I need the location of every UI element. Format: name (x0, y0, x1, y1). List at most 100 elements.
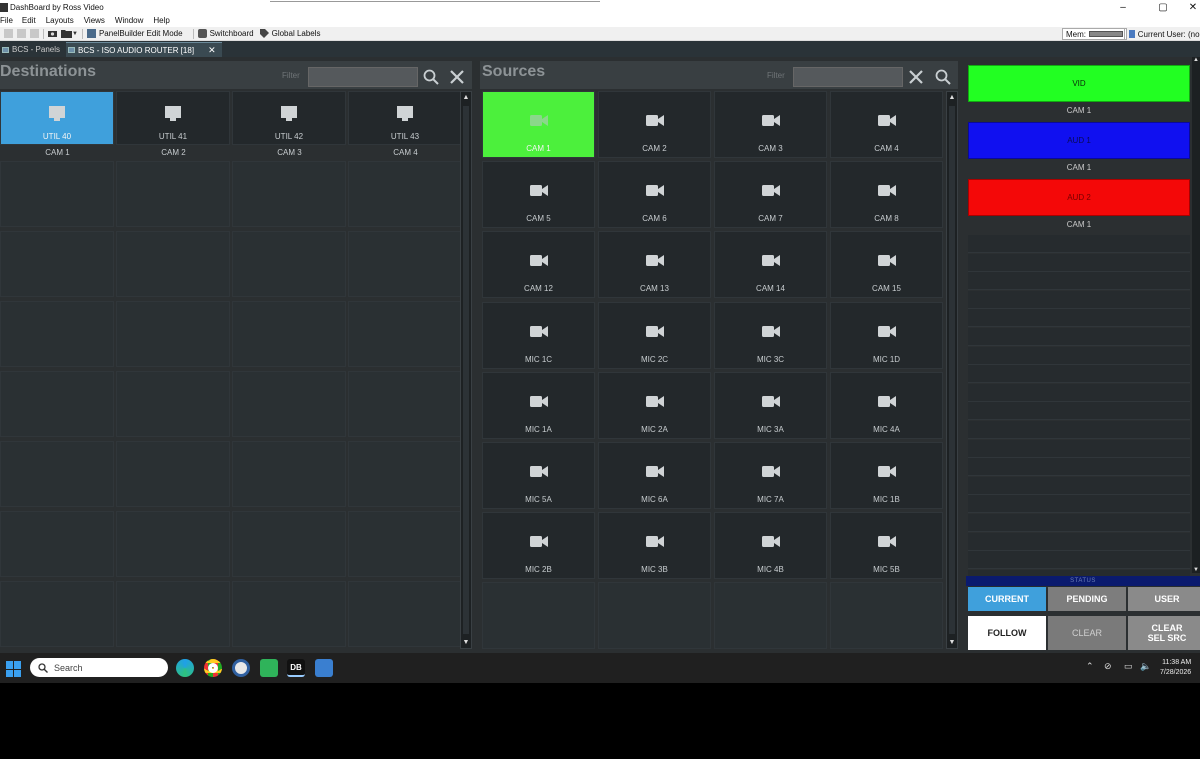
source-button[interactable]: CAM 14 (714, 231, 827, 299)
windows-start-icon[interactable] (6, 661, 22, 677)
taskbar-search[interactable]: Search (30, 658, 168, 677)
menu-layouts[interactable]: Layouts (46, 16, 74, 25)
source-button[interactable]: MIC 3A (714, 372, 827, 440)
sources-title: Sources (482, 63, 546, 80)
tray-display-icon[interactable]: ▭ (1124, 661, 1133, 672)
destinations-clear-icon[interactable] (446, 67, 468, 87)
source-button[interactable]: CAM 13 (598, 231, 711, 299)
follow-button[interactable]: FOLLOW (968, 616, 1046, 650)
source-button[interactable]: MIC 6A (598, 442, 711, 510)
source-label: MIC 1C (524, 355, 553, 364)
save-all-icon[interactable] (17, 29, 26, 38)
level-vid-button[interactable]: VID (968, 65, 1190, 102)
current-button[interactable]: CURRENT (968, 587, 1046, 611)
source-button[interactable]: CAM 7 (714, 161, 827, 229)
lock-app-icon[interactable] (232, 659, 250, 677)
sources-filter-input[interactable] (793, 67, 903, 87)
dropdown-icon[interactable]: ▼ (72, 31, 78, 37)
tray-chevron-icon[interactable]: ⌃ (1086, 661, 1094, 672)
destinations-search-icon[interactable] (420, 67, 442, 87)
save-icon[interactable] (4, 29, 13, 38)
scroll-up-icon[interactable]: ▲ (461, 94, 471, 101)
source-button[interactable]: CAM 5 (482, 161, 595, 229)
scroll-down-icon[interactable]: ▼ (461, 639, 471, 646)
destination-button[interactable]: UTIL 42 (232, 91, 346, 145)
levels-scrollbar[interactable]: ▲ ▼ (1192, 57, 1200, 573)
close-window-button[interactable]: ✕ (1178, 0, 1200, 14)
source-button[interactable]: MIC 2B (482, 512, 595, 580)
source-button[interactable]: MIC 3C (714, 302, 827, 370)
remote-app-icon[interactable] (260, 659, 278, 677)
camera-icon[interactable] (48, 29, 57, 38)
menu-views[interactable]: Views (84, 16, 105, 25)
scroll-thumb[interactable] (949, 106, 955, 634)
menu-file[interactable]: File (0, 16, 13, 25)
source-button[interactable]: CAM 1 (482, 91, 595, 159)
sources-search-icon[interactable] (932, 67, 954, 87)
folder-icon[interactable] (61, 29, 72, 38)
user-button[interactable]: USER (1128, 587, 1200, 611)
close-tab-icon[interactable]: ✕ (208, 45, 216, 56)
source-button[interactable]: CAM 15 (830, 231, 943, 299)
source-button[interactable]: CAM 4 (830, 91, 943, 159)
source-button[interactable]: MIC 5A (482, 442, 595, 510)
taskbar-clock[interactable]: 11:38 AM 7/28/2026 (1160, 658, 1191, 678)
source-button[interactable]: CAM 6 (598, 161, 711, 229)
maximize-button[interactable]: ▢ (1148, 0, 1178, 14)
switchboard-button[interactable]: Switchboard (197, 29, 254, 38)
network-app-icon[interactable] (315, 659, 333, 677)
destination-button[interactable]: UTIL 43 (348, 91, 462, 145)
dashboard-app-icon[interactable]: DB (287, 659, 305, 677)
clock-date: 7/28/2026 (1160, 669, 1192, 676)
sources-scrollbar[interactable]: ▲ ▼ (946, 91, 958, 649)
edge-icon[interactable] (176, 659, 194, 677)
level-empty-row (968, 328, 1190, 346)
chrome-icon[interactable] (204, 659, 222, 677)
source-button[interactable]: MIC 4B (714, 512, 827, 580)
menu-help[interactable]: Help (153, 16, 169, 25)
level-aud1-button[interactable]: AUD 1 (968, 122, 1190, 159)
scroll-down-icon[interactable]: ▼ (1192, 567, 1200, 573)
clear-button[interactable]: CLEAR (1048, 616, 1126, 650)
tab-bcs-panels[interactable]: BCS - Panels (0, 42, 66, 57)
source-button[interactable]: MIC 1C (482, 302, 595, 370)
source-button[interactable]: MIC 2A (598, 372, 711, 440)
destinations-scrollbar[interactable]: ▲ ▼ (460, 91, 472, 649)
current-user[interactable]: Current User: (non (1124, 28, 1200, 40)
source-label: CAM 13 (640, 284, 669, 293)
menu-window[interactable]: Window (115, 16, 143, 25)
scroll-down-icon[interactable]: ▼ (947, 639, 957, 646)
source-button[interactable]: MIC 1A (482, 372, 595, 440)
pending-button[interactable]: PENDING (1048, 587, 1126, 611)
source-button[interactable]: CAM 8 (830, 161, 943, 229)
tray-volume-icon[interactable]: 🔈 (1140, 661, 1151, 672)
source-button[interactable]: MIC 5B (830, 512, 943, 580)
video-camera-icon (761, 325, 780, 340)
sources-clear-icon[interactable] (905, 67, 927, 87)
source-button[interactable]: CAM 12 (482, 231, 595, 299)
level-aud2-button[interactable]: AUD 2 (968, 179, 1190, 216)
source-button[interactable]: MIC 3B (598, 512, 711, 580)
clear-sel-src-button[interactable]: CLEAR SEL SRC (1128, 616, 1200, 650)
tab-iso-audio-router[interactable]: BCS - ISO AUDIO ROUTER [18] ✕ (66, 42, 222, 57)
source-button[interactable]: MIC 7A (714, 442, 827, 510)
source-button[interactable]: MIC 4A (830, 372, 943, 440)
tray-wifi-off-icon[interactable]: ⊘ (1104, 661, 1112, 672)
minimize-button[interactable]: – (1108, 0, 1138, 14)
menu-edit[interactable]: Edit (22, 16, 36, 25)
global-labels-button[interactable]: Global Labels (259, 29, 321, 38)
router-panel: Destinations Filter UTIL 40 CAM 1 UTIL 41 C… (0, 57, 1200, 653)
scroll-up-icon[interactable]: ▲ (947, 94, 957, 101)
source-button[interactable]: MIC 2C (598, 302, 711, 370)
destinations-filter-input[interactable] (308, 67, 418, 87)
scroll-up-icon[interactable]: ▲ (1192, 57, 1200, 63)
destination-button[interactable]: UTIL 41 (116, 91, 230, 145)
source-button[interactable]: MIC 1B (830, 442, 943, 510)
destination-button[interactable]: UTIL 40 (0, 91, 114, 145)
source-button[interactable]: CAM 3 (714, 91, 827, 159)
source-button[interactable]: MIC 1D (830, 302, 943, 370)
scroll-thumb[interactable] (463, 106, 469, 634)
save-as-icon[interactable] (30, 29, 39, 38)
source-button[interactable]: CAM 2 (598, 91, 711, 159)
panelbuilder-edit-button[interactable]: PanelBuilder Edit Mode (86, 29, 183, 38)
